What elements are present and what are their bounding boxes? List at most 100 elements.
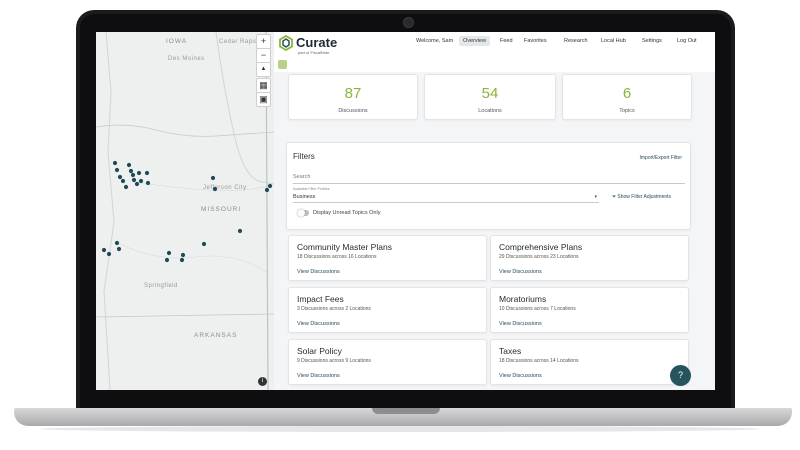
topic-count: 3 Discussions across 2 Locations [297,306,371,312]
map-marker[interactable] [212,186,218,192]
stat-card-locations: 54 Locations [424,74,556,120]
topic-card[interactable]: Moratoriums 10 Discussions across 7 Loca… [490,287,689,333]
map-toggle-icon[interactable] [278,60,287,69]
laptop-shadow [40,426,760,432]
chevron-down-icon: ▾ [594,194,597,200]
topic-count: 9 Discussions across 9 Locations [297,358,371,364]
map-marker[interactable] [201,241,207,247]
view-discussions-link[interactable]: View Discussions [499,321,542,327]
print-icon[interactable]: ▣ [256,92,271,107]
map-marker[interactable] [120,178,126,184]
map-marker[interactable] [264,187,270,193]
map-marker[interactable] [128,168,134,174]
unread-toggle[interactable] [297,209,309,217]
compass-icon[interactable]: ▲ [256,62,271,77]
topic-title: Impact Fees [297,294,344,304]
nav-favorites[interactable]: Favorites [524,38,547,44]
map-marker[interactable] [166,250,172,256]
topic-count: 18 Discussions across 14 Locations [499,358,579,364]
map-marker[interactable] [123,184,129,190]
map-marker[interactable] [114,240,120,246]
layers-icon[interactable]: ▦ [256,78,271,93]
top-bar: Curate part of FiscalNote Welcome, Sam O… [274,32,715,72]
stat-label: Discussions [338,108,368,114]
profile-label: Available Filter Profiles [293,187,330,191]
nav-log-out[interactable]: Log Out [677,38,697,44]
map-marker[interactable] [126,162,132,168]
show-filter-adjustments-link[interactable]: ⏷ Show Filter Adjustments [612,194,671,200]
stat-value: 54 [481,85,499,102]
filters-title: Filters [293,152,315,161]
topic-title: Taxes [499,346,522,356]
view-discussions-link[interactable]: View Discussions [297,373,340,379]
filter-icon: ⏷ [612,194,617,200]
unread-toggle-label: Display Unread Topics Only [313,210,381,216]
topic-card[interactable]: Community Master Plans 18 Discussions ac… [288,235,487,281]
map-panel[interactable]: IOWA Cedar Rapids Des Moines Jefferson C… [96,32,274,390]
topic-count: 10 Discussions across 7 Locations [499,306,576,312]
help-button[interactable]: ? [670,365,691,386]
nav-feed[interactable]: Feed [500,38,513,44]
view-discussions-link[interactable]: View Discussions [297,321,340,327]
info-icon[interactable]: i [258,377,267,386]
profile-select[interactable]: Business ▾ [293,192,599,203]
nav-local-hub[interactable]: Local Hub [601,38,626,44]
stat-card-topics: 6 Topics [562,74,692,120]
map-marker[interactable] [106,251,112,257]
nav-research[interactable]: Research [564,38,588,44]
logo-text: Curate [296,35,338,50]
zoom-in-button[interactable]: + [256,34,271,49]
map-marker[interactable] [117,174,123,180]
map-marker[interactable] [144,170,150,176]
topic-card[interactable]: Comprehensive Plans 29 Discussions acros… [490,235,689,281]
logo-subtext: part of FiscalNote [298,50,330,55]
map-marker[interactable] [145,180,151,186]
map-marker[interactable] [114,167,120,173]
map-marker[interactable] [179,257,185,263]
nav-settings[interactable]: Settings [642,38,662,44]
map-marker[interactable] [180,252,186,258]
view-discussions-link[interactable]: View Discussions [297,269,340,275]
topic-title: Solar Policy [297,346,342,356]
stat-value: 87 [344,85,362,102]
topic-title: Comprehensive Plans [499,242,583,252]
topic-count: 29 Discussions across 23 Locations [499,254,579,260]
map-marker[interactable] [210,175,216,181]
laptop-notch [372,408,440,414]
map-marker[interactable] [138,178,144,184]
map-markers [101,160,273,263]
search-input[interactable]: Search [293,171,685,184]
topic-title: Community Master Plans [297,242,392,252]
topic-card[interactable]: Solar Policy 9 Discussions across 9 Loca… [288,339,487,385]
app-panel: Curate part of FiscalNote Welcome, Sam O… [274,32,715,390]
curate-logo-icon [279,35,293,51]
greeting: Welcome, Sam [416,38,454,44]
import-export-link[interactable]: Import/Export Filter [639,155,682,161]
topic-title: Moratoriums [499,294,547,304]
stat-label: Locations [478,108,502,114]
view-discussions-link[interactable]: View Discussions [499,269,542,275]
stat-card-discussions: 87 Discussions [288,74,418,120]
map-marker[interactable] [237,228,243,234]
map-marker[interactable] [134,181,140,187]
camera-icon [403,17,414,28]
nav-overview[interactable]: Overview [459,36,490,46]
map-marker[interactable] [116,246,122,252]
map-marker[interactable] [130,172,136,178]
map-marker[interactable] [112,160,118,166]
map-marker[interactable] [136,170,142,176]
map-marker[interactable] [267,183,273,189]
screen: IOWA Cedar Rapids Des Moines Jefferson C… [96,32,715,390]
filters-panel: Filters Import/Export Filter Search Avai… [286,142,691,230]
topic-count: 18 Discussions across 16 Locations [297,254,377,260]
topic-card[interactable]: Taxes 18 Discussions across 14 Locations… [490,339,689,385]
view-discussions-link[interactable]: View Discussions [499,373,542,379]
stat-label: Topics [619,108,635,114]
topic-card[interactable]: Impact Fees 3 Discussions across 2 Locat… [288,287,487,333]
profile-value: Business [293,194,316,200]
map-marker[interactable] [131,177,137,183]
map-marker[interactable] [101,247,107,253]
map-marker[interactable] [164,257,170,263]
stat-value: 6 [622,85,632,102]
zoom-out-button[interactable]: − [256,48,271,63]
